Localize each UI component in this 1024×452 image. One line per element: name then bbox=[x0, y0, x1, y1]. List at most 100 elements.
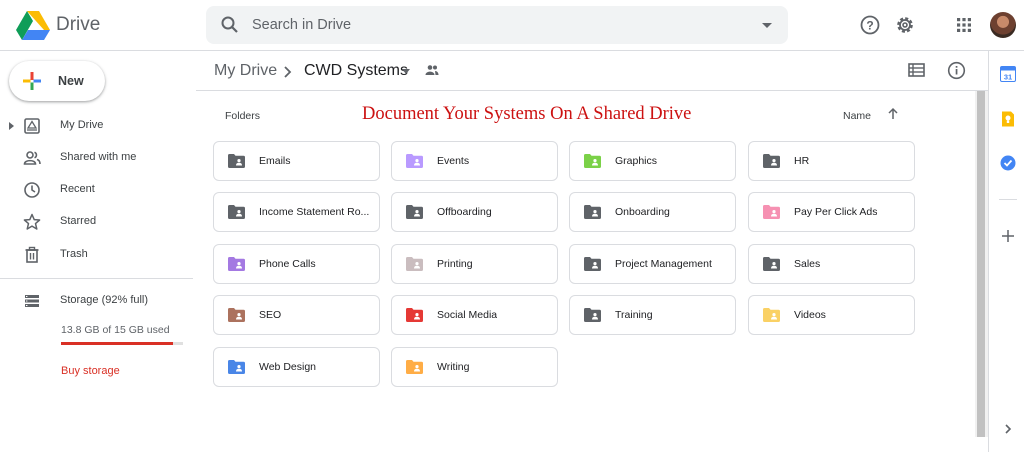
shared-folder-people-icon bbox=[425, 65, 439, 75]
folder-tile[interactable]: Events bbox=[391, 141, 558, 181]
folder-name: Printing bbox=[437, 258, 473, 270]
my-drive-icon bbox=[24, 118, 40, 134]
sort-arrow-up-icon[interactable] bbox=[886, 107, 900, 121]
folder-tile[interactable]: Training bbox=[569, 295, 736, 335]
folder-tile[interactable]: Phone Calls bbox=[213, 244, 380, 284]
folder-name: Writing bbox=[437, 361, 470, 373]
shared-folder-icon bbox=[228, 360, 245, 374]
search-input[interactable]: Search in Drive bbox=[252, 17, 351, 33]
storage-used-text: 13.8 GB of 15 GB used bbox=[61, 324, 170, 336]
folder-name: Emails bbox=[259, 155, 291, 167]
folder-tile[interactable]: Income Statement Ro... bbox=[213, 192, 380, 232]
shared-folder-icon bbox=[228, 154, 245, 168]
side-panel: 31 bbox=[988, 51, 1024, 452]
scrollbar-thumb[interactable] bbox=[977, 91, 985, 437]
apps-grid-icon[interactable] bbox=[953, 14, 975, 36]
shared-folder-icon bbox=[763, 308, 780, 322]
new-button[interactable]: New bbox=[9, 61, 105, 101]
search-icon[interactable] bbox=[220, 15, 240, 35]
sidebar-item-label: Trash bbox=[60, 248, 88, 260]
storage-progress-bar bbox=[61, 342, 183, 345]
chevron-down-icon[interactable] bbox=[402, 69, 410, 74]
breadcrumb-current-folder[interactable]: CWD Systems bbox=[304, 62, 408, 80]
shared-folder-icon bbox=[584, 308, 601, 322]
folder-tile[interactable]: SEO bbox=[213, 295, 380, 335]
sidebar-item-starred[interactable]: Starred bbox=[0, 209, 193, 235]
account-avatar[interactable] bbox=[990, 12, 1016, 38]
folder-tile[interactable]: Onboarding bbox=[569, 192, 736, 232]
side-panel-divider bbox=[999, 199, 1017, 200]
shared-folder-icon bbox=[228, 257, 245, 271]
sidebar-item-recent[interactable]: Recent bbox=[0, 177, 193, 203]
folder-name: Web Design bbox=[259, 361, 317, 373]
folder-name: SEO bbox=[259, 309, 282, 321]
sidebar-item-label: Starred bbox=[60, 215, 97, 227]
folder-tile[interactable]: Social Media bbox=[391, 295, 558, 335]
folder-tile[interactable]: Graphics bbox=[569, 141, 736, 181]
folder-tile[interactable]: Offboarding bbox=[391, 192, 558, 232]
shared-folder-icon bbox=[406, 308, 423, 322]
folder-tile[interactable]: Emails bbox=[213, 141, 380, 181]
calendar-icon[interactable]: 31 bbox=[1000, 66, 1016, 82]
search-options-dropdown-icon[interactable] bbox=[762, 23, 772, 28]
chevron-right-icon bbox=[284, 66, 292, 78]
help-icon[interactable]: ? bbox=[859, 14, 881, 36]
drive-logo-icon[interactable] bbox=[16, 11, 50, 41]
breadcrumb: My Drive CWD Systems bbox=[196, 51, 988, 91]
plus-icon bbox=[23, 72, 41, 90]
shared-folder-icon bbox=[763, 154, 780, 168]
folder-name: Onboarding bbox=[615, 206, 670, 218]
folder-tile[interactable]: Writing bbox=[391, 347, 558, 387]
app-title[interactable]: Drive bbox=[56, 14, 100, 36]
sidebar-item-label: Shared with me bbox=[60, 151, 137, 163]
buy-storage-link[interactable]: Buy storage bbox=[61, 365, 120, 377]
breadcrumb-my-drive[interactable]: My Drive bbox=[214, 62, 277, 80]
tasks-icon[interactable] bbox=[1000, 155, 1016, 171]
folder-name: Income Statement Ro... bbox=[259, 206, 370, 218]
shared-folder-icon bbox=[584, 154, 601, 168]
shared-folder-icon bbox=[584, 257, 601, 271]
folder-name: Pay Per Click Ads bbox=[794, 206, 878, 218]
folder-tile[interactable]: Pay Per Click Ads bbox=[748, 192, 915, 232]
sidebar-item-my-drive[interactable]: My Drive bbox=[0, 113, 193, 139]
storage-progress-fill bbox=[61, 342, 174, 345]
folder-tile[interactable]: Videos bbox=[748, 295, 915, 335]
keep-notes-icon[interactable] bbox=[1000, 111, 1016, 127]
sidebar-divider bbox=[0, 278, 193, 279]
sort-by-name-button[interactable]: Name bbox=[843, 110, 871, 122]
star-icon bbox=[23, 213, 41, 230]
search-bar[interactable]: Search in Drive bbox=[206, 6, 788, 44]
sidebar-item-label: My Drive bbox=[60, 119, 104, 131]
shared-folder-icon bbox=[406, 205, 423, 219]
folder-name: Training bbox=[615, 309, 653, 321]
clock-icon bbox=[24, 182, 40, 198]
sidebar-item-shared-with-me[interactable]: Shared with me bbox=[0, 145, 193, 171]
sidebar-item-trash[interactable]: Trash bbox=[0, 242, 193, 268]
folder-name: Sales bbox=[794, 258, 821, 270]
top-bar: Drive Search in Drive ? bbox=[0, 0, 1024, 51]
shared-folder-icon bbox=[228, 205, 245, 219]
list-view-icon[interactable] bbox=[908, 63, 925, 77]
add-addon-plus-icon[interactable] bbox=[1000, 228, 1016, 244]
folder-name: Events bbox=[437, 155, 470, 167]
folder-name: Phone Calls bbox=[259, 258, 316, 270]
shared-folder-icon bbox=[406, 154, 423, 168]
folder-name: Graphics bbox=[615, 155, 658, 167]
expand-caret-icon[interactable] bbox=[9, 122, 14, 130]
folder-tile[interactable]: Web Design bbox=[213, 347, 380, 387]
storage-icon bbox=[25, 295, 39, 307]
folder-tile[interactable]: HR bbox=[748, 141, 915, 181]
shared-folder-icon bbox=[406, 360, 423, 374]
folder-name: Project Management bbox=[615, 258, 712, 270]
storage-label: Storage (92% full) bbox=[60, 294, 149, 306]
folder-tile[interactable]: Sales bbox=[748, 244, 915, 284]
folder-tile[interactable]: Printing bbox=[391, 244, 558, 284]
sidebar-item-storage[interactable]: Storage (92% full) bbox=[0, 288, 193, 314]
info-icon[interactable] bbox=[947, 61, 966, 80]
settings-gear-icon[interactable] bbox=[894, 14, 916, 36]
folder-name: Social Media bbox=[437, 309, 498, 321]
folder-tile[interactable]: Project Management bbox=[569, 244, 736, 284]
shared-folder-icon bbox=[584, 205, 601, 219]
chevron-right-icon[interactable] bbox=[1000, 421, 1016, 437]
svg-text:?: ? bbox=[866, 19, 873, 33]
